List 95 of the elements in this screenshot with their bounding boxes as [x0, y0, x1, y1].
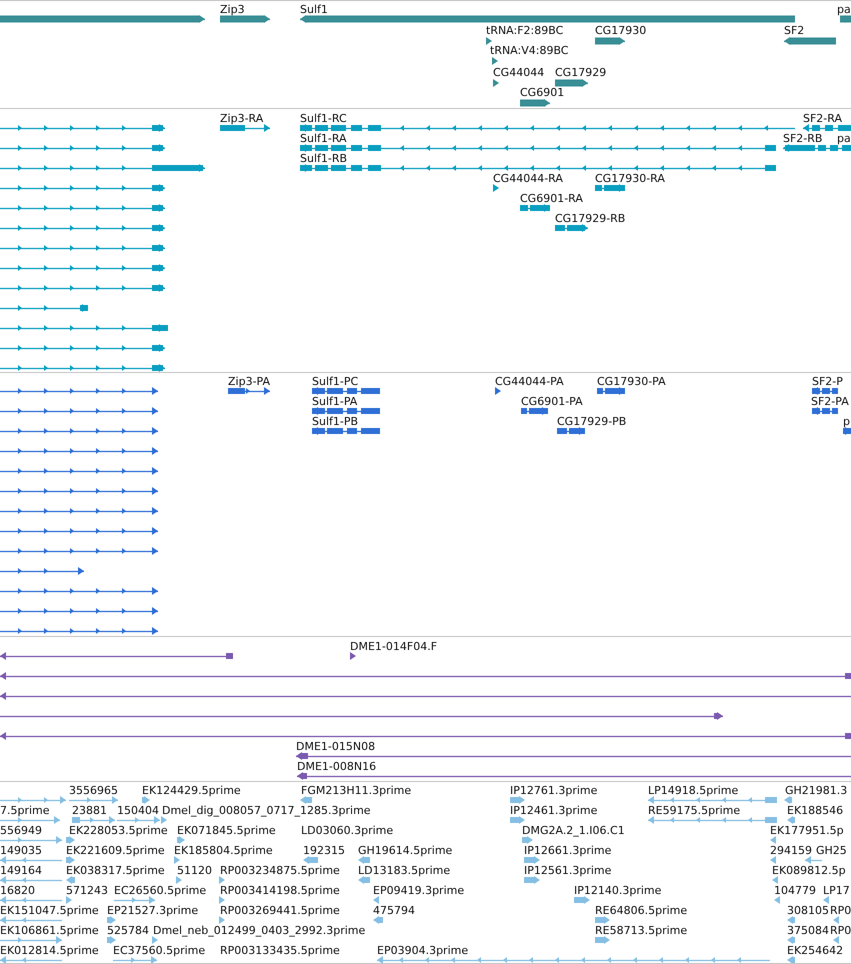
feature-label: 104779 — [774, 884, 816, 897]
feature-label: EP21527.3prime — [107, 904, 198, 917]
feature-label: EK177951.5p — [770, 824, 844, 837]
feature-label: EP09419.3prime — [373, 884, 464, 897]
feature-label: FGM213H11.3prime — [301, 784, 412, 797]
feature-label: EK012814.5prime — [0, 944, 99, 957]
feature-label: EK185804.5prime — [174, 844, 273, 857]
feature-label: CG44044-PA — [495, 375, 564, 388]
feature-label: IP12140.3prime — [574, 884, 662, 897]
feature-label: pa — [837, 3, 851, 16]
feature-label: EK188546 — [787, 804, 844, 817]
feature-label: EP03904.3prime — [377, 944, 468, 957]
feature-label: 149035 — [0, 844, 42, 857]
feature-label: 51120 — [177, 864, 212, 877]
feature-label: CG6901-PA — [521, 395, 583, 408]
feature-label: LP14918.5prime — [648, 784, 738, 797]
feature-label: 7.5prime — [0, 804, 50, 817]
feature-label: EK151047.5prime — [0, 904, 99, 917]
feature-label: IP12661.3prime — [524, 844, 612, 857]
feature-label: Sulf1-RC — [300, 112, 347, 125]
feature-label: LD03060.3prime — [301, 824, 394, 837]
feature-label: RP003414198.5prime — [220, 884, 340, 897]
feature-label: CG17929-RB — [555, 212, 626, 225]
feature-label: EK106861.5prime — [0, 924, 99, 937]
feature-label: EK254642 — [787, 944, 844, 957]
feature-label: EK124429.5prime — [142, 784, 241, 797]
feature-label: GH25 — [816, 844, 847, 857]
feature-label: pa — [837, 132, 851, 145]
feature-label: SF2-P — [812, 375, 843, 388]
feature-label: 475794 — [373, 904, 415, 917]
feature-label: Dmel_dig_008057_0717_1285.3prime — [162, 804, 371, 817]
feature-label: 16820 — [0, 884, 35, 897]
feature-label: CG17930-PA — [597, 375, 666, 388]
feature-label: 149164 — [0, 864, 42, 877]
feature-label: CG44044 — [493, 66, 544, 79]
feature-label: IP12561.3prime — [524, 864, 612, 877]
feature-label: LD13183.5prime — [358, 864, 450, 877]
feature-label: 571243 — [66, 884, 108, 897]
feature-label: RP003234875.5prime — [220, 864, 340, 877]
feature-label: DME1-014F04.F — [350, 640, 438, 653]
feature-label: Sulf1-RA — [300, 132, 347, 145]
feature-label: LP17 — [823, 884, 850, 897]
feature-label: RP003133435.5prime — [220, 944, 340, 957]
feature-label: 23881 — [72, 804, 107, 817]
feature-label: 3556965 — [69, 784, 118, 797]
feature-label: 308105 — [787, 904, 829, 917]
feature-label: GH19614.5prime — [358, 844, 452, 857]
feature-label: SF2-RB — [783, 132, 822, 145]
feature-label: 525784 — [107, 924, 149, 937]
feature-label: DME1-015N08 — [296, 740, 376, 753]
feature-label: 294159 — [770, 844, 812, 857]
feature-label: Sulf1-PA — [312, 395, 358, 408]
feature-label: tRNA:V4:89BC — [490, 44, 568, 57]
feature-label: CG17929 — [555, 66, 606, 79]
feature-label: IP12761.3prime — [510, 784, 598, 797]
feature-label: RP0 — [830, 924, 851, 937]
feature-label: Sulf1-PB — [312, 415, 358, 428]
feature-label: EK071845.5prime — [177, 824, 276, 837]
feature-label: IP12461.3prime — [510, 804, 598, 817]
feature-label: EC26560.5prime — [114, 884, 206, 897]
feature-label: RP0 — [830, 904, 851, 917]
feature-label: Zip3-RA — [220, 112, 264, 125]
feature-label: RE64806.5prime — [595, 904, 688, 917]
feature-label: DME1-008N16 — [297, 760, 376, 773]
feature-label: SF2-PA — [811, 395, 849, 408]
feature-label: Zip3-PA — [228, 375, 270, 388]
feature-label: RE59175.5prime — [648, 804, 740, 817]
feature-label: 375084 — [787, 924, 829, 937]
feature-label: RP003269441.5prime — [220, 904, 340, 917]
feature-label: CG6901-RA — [520, 192, 583, 205]
feature-label: SF2 — [784, 24, 804, 37]
feature-label: CG17930-RA — [595, 172, 665, 185]
feature-label: SF2-RA — [803, 112, 842, 125]
feature-label: Sulf1-RB — [300, 152, 348, 165]
feature-label: EK228053.5prime — [69, 824, 168, 837]
feature-label: RE58713.5prime — [595, 924, 688, 937]
feature-label: tRNA:F2:89BC — [486, 24, 564, 37]
feature-label: Dmel_neb_012499_0403_2992.3prime — [153, 924, 366, 937]
feature-label: EK089812.5p — [772, 864, 846, 877]
feature-label: 556949 — [0, 824, 42, 837]
feature-label: 192315 — [303, 844, 345, 857]
feature-label: Sulf1-PC — [312, 375, 358, 388]
feature-label: CG44044-RA — [493, 172, 563, 185]
feature-label: p — [843, 415, 850, 428]
feature-label: EK221609.5prime — [66, 844, 165, 857]
feature-label: CG17929-PB — [557, 415, 626, 428]
feature-label: DMG2A.2_1.I06.C1 — [522, 824, 625, 837]
feature-label: GH21981.3 — [785, 784, 848, 797]
feature-label: CG6901 — [520, 86, 564, 99]
feature-label: 150404 — [117, 804, 159, 817]
feature-label: EK038317.5prime — [66, 864, 165, 877]
feature-label: CG17930 — [595, 24, 646, 37]
feature-label: Sulf1 — [300, 3, 328, 16]
feature-label: EC37560.5prime — [113, 944, 206, 957]
feature-label: Zip3 — [220, 3, 245, 16]
